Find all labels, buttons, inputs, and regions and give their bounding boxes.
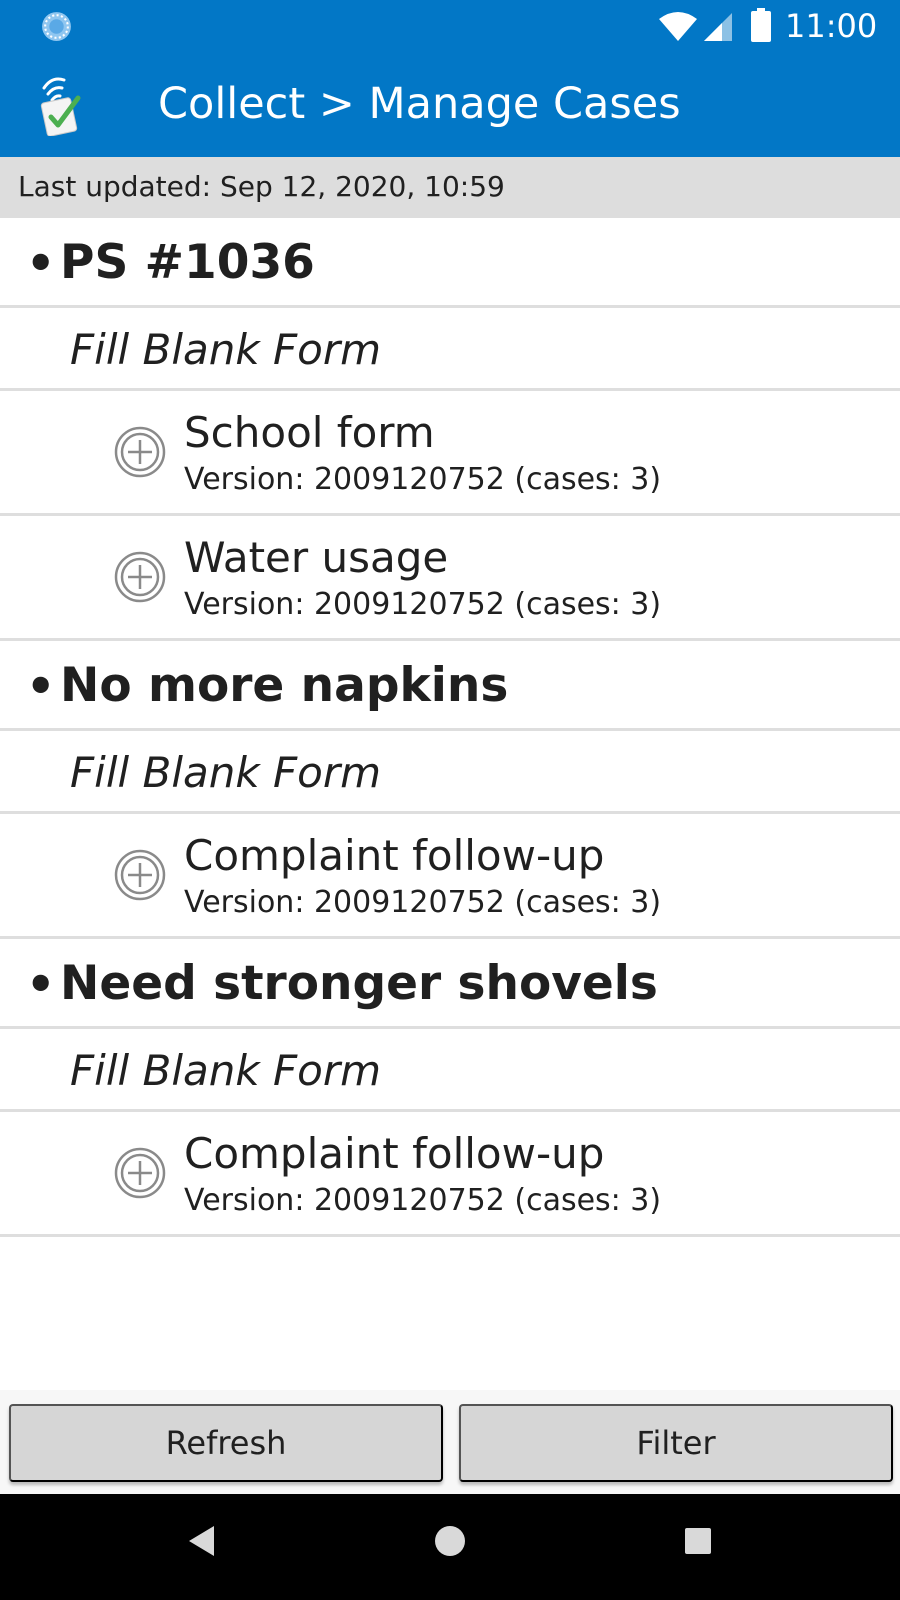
form-version: Version: 2009120752 (cases: 3) [184, 587, 662, 622]
last-updated-bar: Last updated: Sep 12, 2020, 10:59 [0, 157, 900, 218]
home-icon[interactable] [434, 1525, 466, 1557]
collect-logo-icon [40, 77, 81, 136]
page-title: Collect > Manage Cases [158, 79, 681, 129]
form-item-school-form[interactable]: School form Version: 2009120752 (cases: … [0, 391, 900, 516]
fill-blank-form-label: Fill Blank Form [70, 325, 382, 374]
fill-blank-form-header: Fill Blank Form [0, 1029, 900, 1112]
form-version: Version: 2009120752 (cases: 3) [184, 462, 662, 497]
status-clock: 11:00 [785, 7, 878, 45]
battery-icon [751, 8, 771, 42]
form-version: Version: 2009120752 (cases: 3) [184, 1183, 662, 1218]
case-bullet: • [26, 659, 56, 713]
recents-icon[interactable] [684, 1527, 712, 1555]
form-item-complaint-follow-up[interactable]: Complaint follow-up Version: 2009120752 … [0, 1112, 900, 1237]
add-circle-icon[interactable] [113, 425, 167, 479]
fill-blank-form-label: Fill Blank Form [70, 748, 382, 797]
form-name: Complaint follow-up [184, 1129, 605, 1178]
add-circle-icon[interactable] [113, 1146, 167, 1200]
form-item-water-usage[interactable]: Water usage Version: 2009120752 (cases: … [0, 516, 900, 641]
add-circle-icon[interactable] [113, 848, 167, 902]
status-bar: 11:00 [0, 0, 900, 52]
sync-icon [42, 12, 71, 41]
form-name: Complaint follow-up [184, 831, 605, 880]
refresh-button[interactable]: Refresh [9, 1404, 443, 1482]
fill-blank-form-header: Fill Blank Form [0, 731, 900, 814]
fill-blank-form-header: Fill Blank Form [0, 308, 900, 391]
case-bullet: • [26, 957, 56, 1011]
case-title: PS #1036 [60, 235, 315, 290]
fill-blank-form-label: Fill Blank Form [70, 1046, 382, 1095]
button-bar: Refresh Filter [0, 1390, 900, 1494]
case-row: • PS #1036 [0, 218, 900, 308]
add-circle-icon[interactable] [113, 550, 167, 604]
form-version: Version: 2009120752 (cases: 3) [184, 885, 662, 920]
form-name: Water usage [184, 533, 449, 582]
form-item-complaint-follow-up[interactable]: Complaint follow-up Version: 2009120752 … [0, 814, 900, 939]
case-list: • PS #1036 Fill Blank Form School form V… [0, 218, 900, 1237]
case-title: Need stronger shovels [60, 956, 658, 1011]
form-name: School form [184, 408, 435, 457]
app-bar: Collect > Manage Cases [0, 52, 900, 157]
case-bullet: • [26, 236, 56, 290]
back-icon[interactable] [186, 1524, 216, 1558]
navigation-bar [0, 1494, 900, 1600]
filter-button[interactable]: Filter [459, 1404, 893, 1482]
last-updated-text: Last updated: Sep 12, 2020, 10:59 [18, 170, 505, 203]
case-row: • No more napkins [0, 641, 900, 731]
case-row: • Need stronger shovels [0, 939, 900, 1029]
case-title: No more napkins [60, 658, 509, 713]
wifi-icon [659, 12, 697, 41]
signal-icon [704, 13, 732, 41]
